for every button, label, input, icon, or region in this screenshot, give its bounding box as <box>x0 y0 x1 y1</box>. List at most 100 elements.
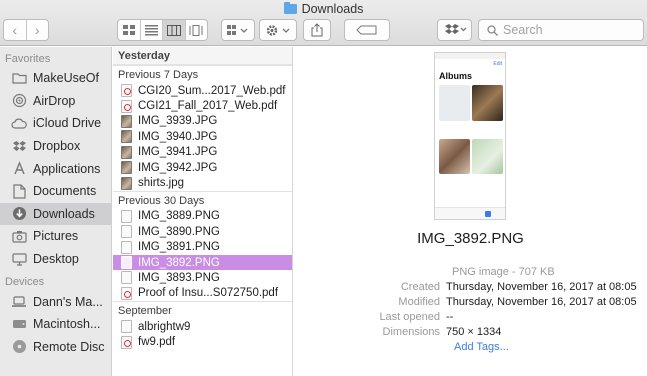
dropbox-icon <box>11 138 27 154</box>
devices-heading: Devices <box>5 276 45 289</box>
group-header: Yesterday <box>113 47 292 65</box>
cover-flow-button[interactable] <box>184 20 208 40</box>
sidebar-item-dann-s-ma[interactable]: Dann's Ma... <box>0 290 111 313</box>
sidebar-item-airdrop[interactable]: AirDrop <box>0 90 111 113</box>
disc-icon <box>11 339 27 355</box>
file-row[interactable]: IMG_3892.PNG <box>113 254 292 271</box>
file-name: albrightw9 <box>138 320 191 333</box>
file-name: IMG_3889.PNG <box>138 210 220 223</box>
sidebar-item-label: Documents <box>33 184 97 199</box>
file-row[interactable]: shirts.jpg <box>113 175 292 190</box>
file-name: IMG_3939.JPG <box>138 115 218 128</box>
cloud-icon <box>11 115 27 131</box>
album-thumb <box>439 139 470 174</box>
share-button[interactable] <box>303 19 331 41</box>
sidebar-item-dropbox[interactable]: Dropbox <box>0 135 111 158</box>
share-icon <box>311 23 323 37</box>
file-list-column: Yesterday Previous 7 Days CGI20_Sum...2017… <box>113 47 293 376</box>
file-kind-size: PNG image - 707 KB <box>452 266 555 278</box>
file-name: fw9.pdf <box>138 336 176 349</box>
arrange-button[interactable] <box>221 19 255 41</box>
applications-icon <box>11 161 27 177</box>
sidebar-item-label: Desktop <box>33 252 79 267</box>
file-row[interactable]: CGI20_Sum...2017_Web.pdf <box>113 83 292 98</box>
add-tags-link[interactable]: Add Tags... <box>454 341 509 353</box>
sidebar-item-downloads[interactable]: Downloads <box>0 202 111 226</box>
file-row[interactable]: IMG_3942.JPG <box>113 160 292 175</box>
window-title: Downloads <box>0 1 647 17</box>
file-name: IMG_3940.JPG <box>138 130 218 143</box>
file-row[interactable]: IMG_3891.PNG <box>113 240 292 255</box>
preview-pane: Edit Albums IMG_3892.PNG PNG image - 707… <box>294 47 647 376</box>
sidebar-item-applications[interactable]: Applications <box>0 157 111 180</box>
sidebar-item-label: Pictures <box>33 229 79 244</box>
group-header: Previous 7 Days <box>113 65 292 83</box>
image-file-icon <box>121 130 132 144</box>
file-name: CGI20_Sum...2017_Web.pdf <box>138 84 286 97</box>
file-row[interactable]: IMG_3939.JPG <box>113 114 292 129</box>
file-row[interactable]: IMG_3941.JPG <box>113 145 292 160</box>
document-file-icon <box>121 271 132 285</box>
search-field[interactable] <box>478 19 644 41</box>
document-file-icon <box>121 225 132 239</box>
sidebar-item-label: Macintosh... <box>33 317 101 332</box>
sidebar-item-label: Remote Disc <box>33 339 105 354</box>
pdf-file-icon <box>121 84 132 98</box>
gear-icon <box>266 24 290 36</box>
file-row[interactable]: fw9.pdf <box>113 334 292 349</box>
column-view-icon <box>166 24 181 36</box>
sidebar-item-macintosh[interactable]: Macintosh... <box>0 313 111 336</box>
sidebar-item-remote-disc[interactable]: Remote Disc <box>0 336 111 359</box>
navigation-buttons: ‹ › <box>3 19 49 41</box>
icon-view-button[interactable] <box>118 20 140 40</box>
arrange-icon <box>227 24 248 35</box>
file-name: IMG_3891.PNG <box>138 241 220 254</box>
metadata-label: Dimensions <box>382 326 440 338</box>
sidebar-item-label: Dropbox <box>33 139 81 154</box>
file-row[interactable]: IMG_3893.PNG <box>113 270 292 285</box>
file-row[interactable]: albrightw9 <box>113 319 292 334</box>
sidebar-item-desktop[interactable]: Desktop <box>0 248 111 271</box>
forward-button[interactable]: › <box>25 20 49 40</box>
search-input[interactable] <box>503 23 633 37</box>
pdf-file-icon <box>121 99 132 113</box>
favorites-heading: Favorites <box>5 53 51 65</box>
column-view-button[interactable] <box>162 20 185 40</box>
file-name: IMG_3892.PNG <box>138 256 220 269</box>
view-mode-group <box>117 19 208 41</box>
disk-icon <box>11 316 27 332</box>
toolbar: Downloads ‹ › <box>0 0 647 46</box>
file-row[interactable]: IMG_3890.PNG <box>113 224 292 239</box>
sidebar-item-label: Downloads <box>33 206 95 221</box>
edit-tags-button[interactable] <box>344 19 390 41</box>
file-row[interactable]: IMG_3940.JPG <box>113 129 292 144</box>
folder-icon <box>11 70 27 86</box>
sidebar-item-makeuseof[interactable]: MakeUseOf <box>0 67 111 90</box>
search-icon <box>487 24 498 36</box>
file-row[interactable]: CGI21_Fall_2017_Web.pdf <box>113 98 292 113</box>
desktop-icon <box>11 251 27 267</box>
sidebar-item-label: iCloud Drive <box>33 116 102 131</box>
album-thumb <box>472 85 503 121</box>
metadata-row: Last opened -- <box>294 310 647 325</box>
camera-icon <box>11 228 27 244</box>
list-view-button[interactable] <box>139 20 163 40</box>
folder-icon <box>283 2 297 14</box>
sidebar-item-label: AirDrop <box>33 93 76 108</box>
image-file-icon <box>121 145 132 159</box>
downloads-icon <box>11 206 27 222</box>
file-name: IMG_3942.JPG <box>138 161 218 174</box>
sidebar-item-documents[interactable]: Documents <box>0 180 111 203</box>
sidebar-item-label: Applications <box>33 161 101 176</box>
file-row[interactable]: Proof of Insu...S072750.pdf <box>113 286 292 301</box>
sidebar-item-icloud-drive[interactable]: iCloud Drive <box>0 112 111 135</box>
back-button[interactable]: ‹ <box>4 20 26 40</box>
sidebar-item-pictures[interactable]: Pictures <box>0 225 111 248</box>
action-button[interactable] <box>259 19 297 41</box>
metadata-value: -- <box>446 311 454 323</box>
file-row[interactable]: IMG_3889.PNG <box>113 209 292 224</box>
album-thumb <box>472 139 503 174</box>
metadata-value: Thursday, November 16, 2017 at 08:05 <box>446 281 637 293</box>
status-bar <box>435 53 505 59</box>
dropbox-button[interactable] <box>437 19 472 41</box>
